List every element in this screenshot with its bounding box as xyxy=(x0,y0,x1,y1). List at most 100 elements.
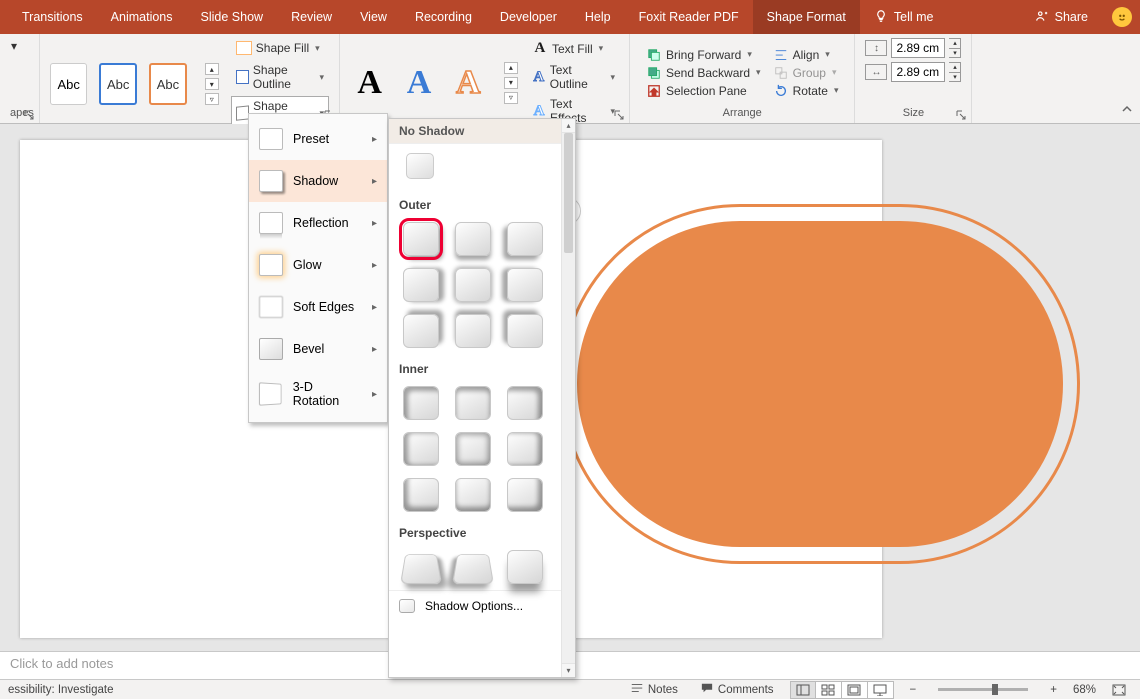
dialog-launcher-shapes[interactable] xyxy=(23,109,35,121)
effects-3d-rotation[interactable]: 3-D Rotation ▸ xyxy=(249,370,387,418)
shape-outline-dropdown[interactable]: Shape Outline▾ xyxy=(231,60,329,94)
shadow-inner-top-left[interactable] xyxy=(403,386,439,420)
group-objects-button[interactable]: Group▾ xyxy=(771,65,841,81)
zoom-value[interactable]: 68% xyxy=(1073,684,1096,696)
shape-fill-dropdown[interactable]: Shape Fill▾ xyxy=(231,38,329,58)
gallery-next-row[interactable]: ▾ xyxy=(205,78,219,90)
view-normal[interactable] xyxy=(790,681,816,699)
width-spinner[interactable]: ▴▾ xyxy=(949,62,961,82)
shape-style-preset-2[interactable]: Abc xyxy=(99,63,137,105)
shadow-perspective-3[interactable] xyxy=(507,550,543,584)
tab-view[interactable]: View xyxy=(346,0,401,34)
tab-slideshow[interactable]: Slide Show xyxy=(187,0,278,34)
tab-developer[interactable]: Developer xyxy=(486,0,571,34)
tab-help[interactable]: Help xyxy=(571,0,625,34)
effects-reflection[interactable]: Reflection ▸ xyxy=(249,202,387,244)
selection-pane-button[interactable]: Selection Pane xyxy=(644,83,763,99)
effects-shadow[interactable]: Shadow ▸ xyxy=(249,160,387,202)
text-fill-dropdown[interactable]: A Text Fill▾ xyxy=(528,38,619,59)
tab-review[interactable]: Review xyxy=(277,0,346,34)
effects-bevel[interactable]: Bevel ▸ xyxy=(249,328,387,370)
shadow-outer-offset-bottom-left[interactable] xyxy=(507,222,543,256)
scroll-up[interactable]: ▴ xyxy=(562,119,575,133)
shapes-gallery-more[interactable]: ▾ xyxy=(10,38,23,54)
shadow-outer-offset-bottom[interactable] xyxy=(455,222,491,256)
align-button[interactable]: Align▾ xyxy=(771,47,841,63)
shadow-gallery-scrollbar[interactable]: ▴ ▾ xyxy=(561,119,575,677)
comments-toggle[interactable]: Comments xyxy=(694,682,780,697)
shadow-outer-offset-top-left[interactable] xyxy=(507,314,543,348)
shadow-inner-bottom-right[interactable] xyxy=(507,478,543,512)
zoom-in[interactable]: + xyxy=(1044,684,1063,696)
align-icon xyxy=(773,48,789,62)
tab-animations[interactable]: Animations xyxy=(97,0,187,34)
shape-effects-menu: Preset ▸ Shadow ▸ Reflection ▸ Glow ▸ So… xyxy=(248,113,388,423)
shadow-outer-offset-bottom-right[interactable] xyxy=(403,222,439,256)
shape-style-preset-1[interactable]: Abc xyxy=(50,63,87,105)
notes-toggle[interactable]: Notes xyxy=(624,682,684,697)
fit-to-window[interactable] xyxy=(1106,684,1132,696)
zoom-out[interactable]: − xyxy=(904,684,923,696)
shadow-inner-top-right[interactable] xyxy=(507,386,543,420)
shadow-inner-center[interactable] xyxy=(455,432,491,466)
scroll-down[interactable]: ▾ xyxy=(562,663,575,677)
group-label-arrange: Arrange xyxy=(640,107,844,121)
collapse-ribbon-button[interactable] xyxy=(1120,102,1134,119)
send-backward-button[interactable]: Send Backward▾ xyxy=(644,65,763,81)
wordart-open[interactable]: ▿ xyxy=(504,92,518,104)
height-spinner[interactable]: ▴▾ xyxy=(949,38,961,58)
wordart-style-2[interactable]: A xyxy=(399,61,438,105)
view-sorter[interactable] xyxy=(816,681,842,699)
shadow-inner-bottom[interactable] xyxy=(455,478,491,512)
effects-preset[interactable]: Preset ▸ xyxy=(249,118,387,160)
wordart-next-row[interactable]: ▾ xyxy=(504,77,518,89)
tab-recording[interactable]: Recording xyxy=(401,0,486,34)
shadow-inner-top[interactable] xyxy=(455,386,491,420)
shape-width-input[interactable] xyxy=(891,62,945,82)
rotate-button[interactable]: Rotate▾ xyxy=(771,83,841,99)
tab-transitions[interactable]: Transitions xyxy=(8,0,97,34)
wordart-style-3[interactable]: A xyxy=(449,61,488,105)
selected-shape-oval[interactable] xyxy=(560,204,1080,564)
gallery-open[interactable]: ▿ xyxy=(205,93,219,105)
tell-me-label: Tell me xyxy=(894,10,934,24)
dialog-launcher-wordart[interactable] xyxy=(613,109,625,121)
shadow-outer-offset-left[interactable] xyxy=(507,268,543,302)
text-outline-dropdown[interactable]: A Text Outline▾ xyxy=(528,61,619,93)
tab-shape-format[interactable]: Shape Format xyxy=(753,0,860,34)
height-icon: ↕ xyxy=(865,40,887,56)
gallery-prev-row[interactable]: ▴ xyxy=(205,63,219,75)
shape-style-preset-3[interactable]: Abc xyxy=(149,63,187,105)
shadow-outer-offset-top-right[interactable] xyxy=(403,314,439,348)
share-button[interactable]: Share xyxy=(1021,9,1102,26)
shadow-outer-offset-top[interactable] xyxy=(455,314,491,348)
shadow-outer-offset-right[interactable] xyxy=(403,268,439,302)
shadow-inner-left[interactable] xyxy=(403,432,439,466)
shadow-options-button[interactable]: Shadow Options... xyxy=(389,590,575,621)
wordart-prev-row[interactable]: ▴ xyxy=(504,62,518,74)
shadow-inner-right[interactable] xyxy=(507,432,543,466)
account-smile-icon[interactable] xyxy=(1112,7,1132,27)
shadow-outer-offset-center[interactable] xyxy=(455,268,491,302)
scroll-thumb[interactable] xyxy=(564,133,573,253)
zoom-slider[interactable] xyxy=(938,688,1028,691)
shadow-gallery-header-perspective: Perspective xyxy=(389,518,575,544)
dialog-launcher-size[interactable] xyxy=(955,109,967,121)
effects-soft-edges[interactable]: Soft Edges ▸ xyxy=(249,286,387,328)
shadow-perspective-2[interactable] xyxy=(452,554,494,584)
view-slideshow[interactable] xyxy=(868,681,894,699)
accessibility-status[interactable]: essibility: Investigate xyxy=(8,684,113,696)
shadow-inner-bottom-left[interactable] xyxy=(403,478,439,512)
effects-glow[interactable]: Glow ▸ xyxy=(249,244,387,286)
tab-foxit[interactable]: Foxit Reader PDF xyxy=(625,0,753,34)
shadow-none[interactable] xyxy=(403,150,439,184)
shape-height-input[interactable] xyxy=(891,38,945,58)
tell-me-search[interactable]: Tell me xyxy=(860,0,948,34)
shadow-perspective-1[interactable] xyxy=(400,554,442,584)
bring-forward-button[interactable]: Bring Forward▾ xyxy=(644,47,763,63)
preset-icon xyxy=(259,128,283,150)
wordart-style-1[interactable]: A xyxy=(350,61,389,105)
view-reading[interactable] xyxy=(842,681,868,699)
shadow-icon xyxy=(259,170,283,192)
comment-icon xyxy=(700,682,714,697)
